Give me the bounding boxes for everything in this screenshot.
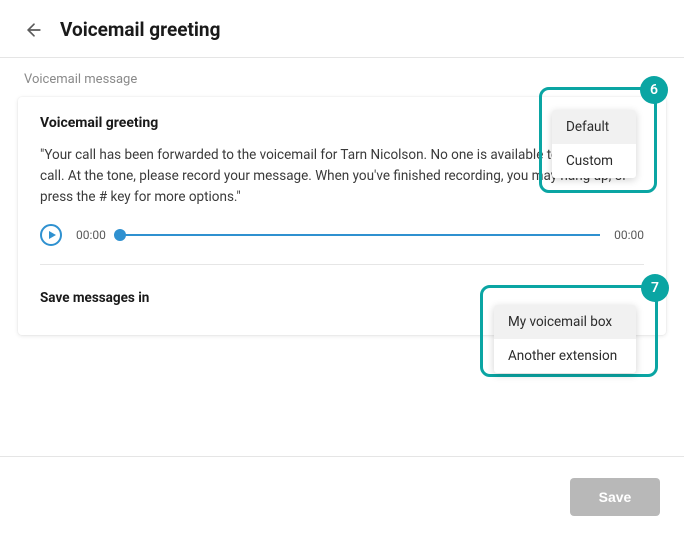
card-divider	[40, 264, 644, 265]
greeting-option-custom[interactable]: Custom	[552, 144, 636, 178]
slider-thumb[interactable]	[114, 229, 126, 241]
save-in-option-another-extension[interactable]: Another extension	[494, 339, 636, 373]
header-divider	[0, 57, 684, 58]
callout-badge-7: 7	[641, 274, 669, 302]
page-title: Voicemail greeting	[60, 18, 220, 41]
back-arrow-icon[interactable]	[24, 20, 44, 40]
footer-divider	[0, 456, 684, 457]
section-label: Voicemail message	[0, 72, 684, 97]
save-in-dropdown[interactable]: My voicemail box Another extension	[494, 305, 636, 373]
save-messages-label: Save messages in	[40, 290, 149, 306]
audio-player: 00:00 00:00	[40, 224, 644, 264]
play-button[interactable]	[40, 224, 62, 246]
time-total: 00:00	[614, 228, 644, 242]
play-icon	[49, 231, 56, 239]
page-header: Voicemail greeting	[0, 0, 684, 55]
greeting-option-default[interactable]: Default	[552, 110, 636, 144]
audio-slider[interactable]	[120, 234, 600, 236]
time-elapsed: 00:00	[76, 228, 106, 242]
callout-badge-6: 6	[640, 76, 668, 104]
greeting-dropdown[interactable]: Default Custom	[552, 110, 636, 178]
save-in-option-my-voicemail[interactable]: My voicemail box	[494, 305, 636, 339]
save-button[interactable]: Save	[570, 478, 660, 516]
